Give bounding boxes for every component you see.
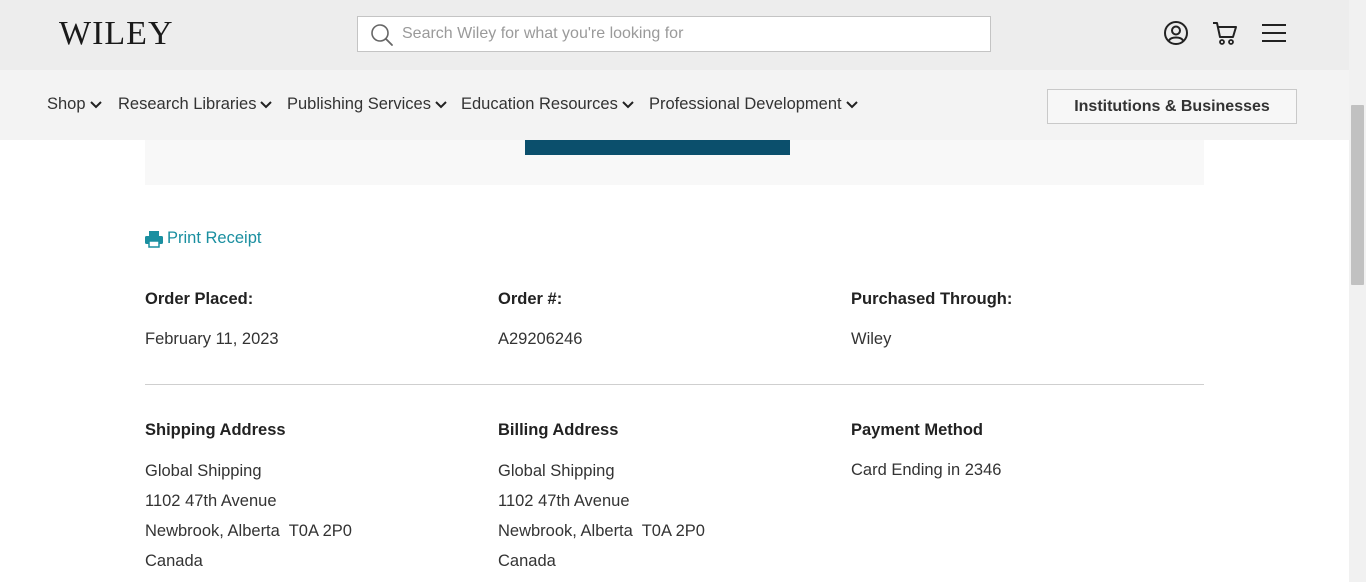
nav-item-label: Education Resources bbox=[461, 95, 618, 113]
print-receipt-label: Print Receipt bbox=[167, 229, 262, 247]
panel-primary-button[interactable] bbox=[525, 140, 790, 155]
chevron-down-icon bbox=[622, 100, 634, 108]
chevron-down-icon bbox=[260, 100, 273, 108]
address-line: Newbrook, Alberta T0A 2P0 bbox=[498, 522, 705, 540]
section-divider bbox=[145, 384, 1204, 385]
cart-icon[interactable] bbox=[1212, 20, 1238, 46]
top-header: WILEY bbox=[0, 0, 1349, 70]
address-line: 1102 47th Avenue bbox=[145, 492, 277, 510]
search-box[interactable] bbox=[357, 16, 991, 52]
search-icon[interactable] bbox=[370, 23, 394, 47]
nav-item-professional-development[interactable]: Professional Development bbox=[649, 95, 858, 114]
nav-item-research-libraries[interactable]: Research Libraries bbox=[118, 95, 273, 114]
nav-item-label: Professional Development bbox=[649, 95, 842, 113]
address-line: Canada bbox=[145, 552, 203, 570]
billing-address-label: Billing Address bbox=[498, 421, 619, 439]
page-scrollbar[interactable] bbox=[1349, 0, 1366, 582]
order-placed-label: Order Placed: bbox=[145, 290, 254, 308]
wiley-logo[interactable]: WILEY bbox=[59, 15, 174, 53]
address-line: Global Shipping bbox=[498, 462, 615, 480]
search-input[interactable] bbox=[402, 17, 982, 51]
billing-address: Global Shipping 1102 47th Avenue Newbroo… bbox=[498, 456, 705, 576]
shipping-address: Global Shipping 1102 47th Avenue Newbroo… bbox=[145, 456, 352, 576]
menu-icon[interactable] bbox=[1261, 20, 1287, 46]
institutions-businesses-button[interactable]: Institutions & Businesses bbox=[1047, 89, 1297, 124]
shipping-address-label: Shipping Address bbox=[145, 421, 286, 439]
account-icon[interactable] bbox=[1163, 20, 1189, 46]
payment-method-label: Payment Method bbox=[851, 421, 984, 439]
purchased-through-label: Purchased Through: bbox=[851, 290, 1013, 308]
order-number-value: A29206246 bbox=[498, 330, 583, 348]
chevron-down-icon bbox=[89, 100, 102, 108]
chevron-down-icon bbox=[845, 100, 858, 108]
order-number-label: Order #: bbox=[498, 290, 563, 308]
address-line: 1102 47th Avenue bbox=[498, 492, 630, 510]
scrollbar-thumb[interactable] bbox=[1351, 105, 1364, 285]
nav-item-education-resources[interactable]: Education Resources bbox=[461, 95, 634, 114]
nav-item-label: Research Libraries bbox=[118, 95, 257, 113]
printer-icon bbox=[145, 230, 163, 248]
address-line: Canada bbox=[498, 552, 556, 570]
nav-item-shop[interactable]: Shop bbox=[47, 95, 102, 114]
print-receipt-link[interactable]: Print Receipt bbox=[145, 229, 261, 248]
address-line: Global Shipping bbox=[145, 462, 262, 480]
order-placed-value: February 11, 2023 bbox=[145, 330, 279, 348]
payment-method-value: Card Ending in 2346 bbox=[851, 461, 1002, 479]
purchased-through-value: Wiley bbox=[851, 330, 892, 348]
nav-item-publishing-services[interactable]: Publishing Services bbox=[287, 95, 447, 114]
nav-item-label: Shop bbox=[47, 95, 86, 113]
chevron-down-icon bbox=[435, 100, 447, 108]
main-nav: Shop Research Libraries Publishing Servi… bbox=[0, 70, 1349, 140]
address-line: Newbrook, Alberta T0A 2P0 bbox=[145, 522, 352, 540]
nav-item-label: Publishing Services bbox=[287, 95, 431, 113]
